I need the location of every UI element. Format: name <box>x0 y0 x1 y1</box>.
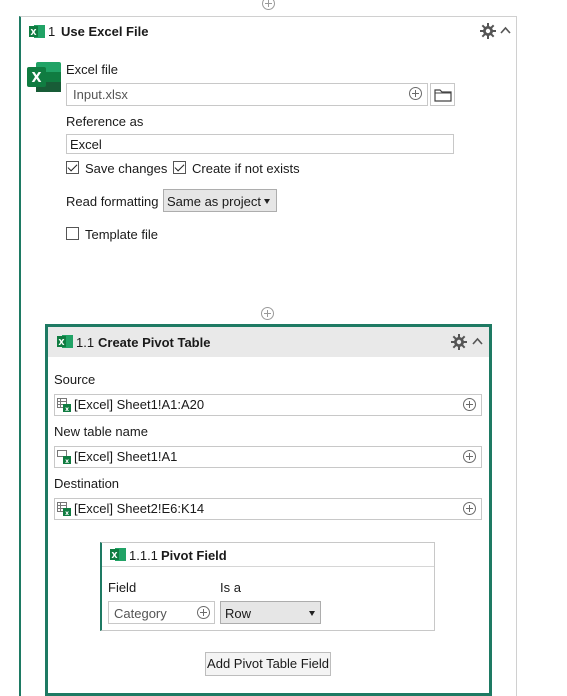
folder-icon <box>434 89 452 102</box>
template-file-checkbox[interactable] <box>66 227 79 240</box>
step-number: 1 <box>48 24 56 39</box>
insert-variable-icon[interactable] <box>409 87 422 100</box>
step-title: Use Excel File <box>61 24 149 39</box>
insert-variable-icon[interactable] <box>463 398 476 411</box>
add-pivot-table-field-button[interactable]: Add Pivot Table Field <box>205 652 331 676</box>
new-table-value: [Excel] Sheet1!A1 <box>74 449 178 464</box>
svg-text:x: x <box>65 458 69 464</box>
gear-icon[interactable] <box>480 23 496 39</box>
template-file-label: Template file <box>85 227 158 242</box>
range-icon: x <box>57 398 71 412</box>
reference-input[interactable] <box>66 134 454 154</box>
collapse-icon[interactable] <box>500 26 511 34</box>
insert-variable-icon[interactable] <box>463 450 476 463</box>
read-formatting-label: Read formatting <box>66 194 159 209</box>
source-value: [Excel] Sheet1!A1:A20 <box>74 397 205 412</box>
svg-text:X: X <box>111 551 118 560</box>
source-label: Source <box>54 372 96 387</box>
pivot-field-number: 1.1.1 <box>129 548 158 563</box>
excel-icon: X <box>110 548 126 561</box>
field-label: Field <box>108 580 137 595</box>
field-value: Category <box>114 606 167 621</box>
excel-icon: X <box>57 335 73 348</box>
excel-file-value: Input.xlsx <box>73 87 128 102</box>
chevron-down-icon <box>264 199 270 204</box>
pivot-step-title: Create Pivot Table <box>98 335 211 350</box>
destination-label: Destination <box>54 476 120 491</box>
read-formatting-value: Same as project <box>167 194 261 209</box>
svg-text:x: x <box>65 406 69 412</box>
range-icon: x <box>57 502 71 516</box>
is-a-value: Row <box>225 606 252 621</box>
excel-large-icon: X <box>27 62 61 92</box>
create-if-not-exists-label: Create if not exists <box>192 161 300 176</box>
add-step-icon[interactable] <box>261 307 274 320</box>
reference-value: Excel <box>70 137 102 152</box>
svg-text:X: X <box>31 71 41 86</box>
collapse-icon[interactable] <box>472 337 483 345</box>
insert-variable-icon[interactable] <box>197 606 210 619</box>
svg-text:X: X <box>58 338 65 347</box>
destination-value: [Excel] Sheet2!E6:K14 <box>74 501 205 516</box>
excel-icon: X <box>29 25 45 38</box>
gear-icon[interactable] <box>451 334 467 350</box>
excel-file-label: Excel file <box>66 62 119 77</box>
chevron-down-icon <box>309 611 315 616</box>
pivot-field-title: Pivot Field <box>161 548 227 563</box>
browse-folder-button[interactable] <box>430 83 455 106</box>
save-changes-checkbox[interactable] <box>66 161 79 174</box>
pivot-step-number: 1.1 <box>76 335 95 350</box>
add-step-top-icon[interactable] <box>262 0 275 10</box>
new-table-label: New table name <box>54 424 148 439</box>
svg-text:X: X <box>30 28 37 37</box>
cell-icon: x <box>57 450 71 464</box>
insert-variable-icon[interactable] <box>463 502 476 515</box>
save-changes-label: Save changes <box>85 161 168 176</box>
svg-text:x: x <box>65 510 69 516</box>
reference-label: Reference as <box>66 114 144 129</box>
add-pivot-table-field-label: Add Pivot Table Field <box>207 656 329 671</box>
create-if-not-exists-checkbox[interactable] <box>173 161 186 174</box>
is-a-label: Is a <box>220 580 241 595</box>
